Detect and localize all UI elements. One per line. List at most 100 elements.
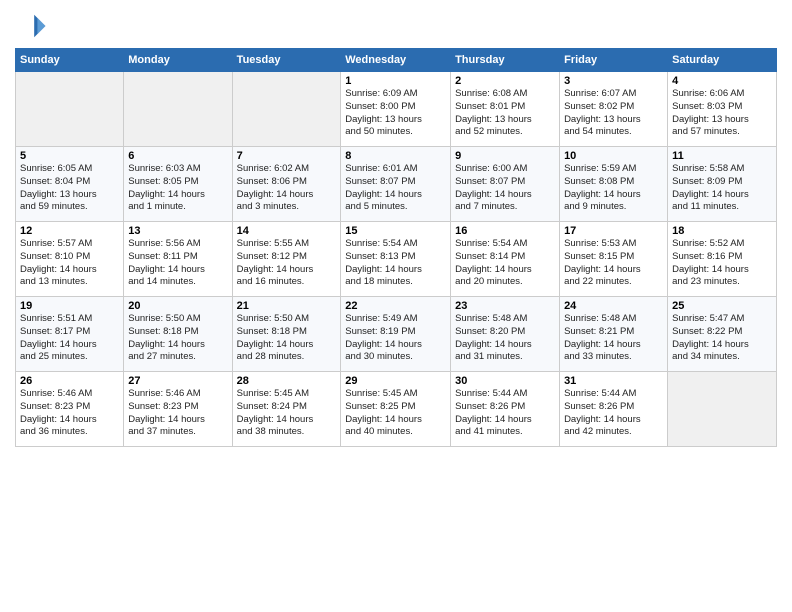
- header-day: Friday: [560, 49, 668, 72]
- day-number: 19: [20, 300, 119, 312]
- day-info: Sunrise: 6:07 AM Sunset: 8:02 PM Dayligh…: [564, 88, 663, 139]
- day-number: 7: [237, 150, 337, 162]
- day-cell: 11Sunrise: 5:58 AM Sunset: 8:09 PM Dayli…: [668, 147, 777, 222]
- day-cell: [232, 72, 341, 147]
- week-row: 5Sunrise: 6:05 AM Sunset: 8:04 PM Daylig…: [16, 147, 777, 222]
- day-cell: 26Sunrise: 5:46 AM Sunset: 8:23 PM Dayli…: [16, 372, 124, 447]
- header-day: Wednesday: [341, 49, 451, 72]
- day-number: 12: [20, 225, 119, 237]
- day-info: Sunrise: 5:57 AM Sunset: 8:10 PM Dayligh…: [20, 238, 119, 289]
- day-cell: 30Sunrise: 5:44 AM Sunset: 8:26 PM Dayli…: [451, 372, 560, 447]
- day-info: Sunrise: 5:56 AM Sunset: 8:11 PM Dayligh…: [128, 238, 227, 289]
- header-day: Saturday: [668, 49, 777, 72]
- day-info: Sunrise: 6:08 AM Sunset: 8:01 PM Dayligh…: [455, 88, 555, 139]
- day-info: Sunrise: 5:46 AM Sunset: 8:23 PM Dayligh…: [128, 388, 227, 439]
- day-number: 28: [237, 375, 337, 387]
- day-cell: 22Sunrise: 5:49 AM Sunset: 8:19 PM Dayli…: [341, 297, 451, 372]
- week-row: 1Sunrise: 6:09 AM Sunset: 8:00 PM Daylig…: [16, 72, 777, 147]
- day-number: 26: [20, 375, 119, 387]
- logo: [15, 10, 49, 42]
- header-row: SundayMondayTuesdayWednesdayThursdayFrid…: [16, 49, 777, 72]
- day-info: Sunrise: 6:05 AM Sunset: 8:04 PM Dayligh…: [20, 163, 119, 214]
- day-number: 22: [345, 300, 446, 312]
- day-info: Sunrise: 5:47 AM Sunset: 8:22 PM Dayligh…: [672, 313, 772, 364]
- day-info: Sunrise: 5:46 AM Sunset: 8:23 PM Dayligh…: [20, 388, 119, 439]
- day-number: 14: [237, 225, 337, 237]
- day-info: Sunrise: 6:02 AM Sunset: 8:06 PM Dayligh…: [237, 163, 337, 214]
- day-number: 25: [672, 300, 772, 312]
- day-info: Sunrise: 5:54 AM Sunset: 8:14 PM Dayligh…: [455, 238, 555, 289]
- day-number: 31: [564, 375, 663, 387]
- day-number: 23: [455, 300, 555, 312]
- day-number: 11: [672, 150, 772, 162]
- day-info: Sunrise: 6:03 AM Sunset: 8:05 PM Dayligh…: [128, 163, 227, 214]
- day-cell: 16Sunrise: 5:54 AM Sunset: 8:14 PM Dayli…: [451, 222, 560, 297]
- day-number: 8: [345, 150, 446, 162]
- day-number: 13: [128, 225, 227, 237]
- day-number: 16: [455, 225, 555, 237]
- day-number: 3: [564, 75, 663, 87]
- header-day: Sunday: [16, 49, 124, 72]
- day-info: Sunrise: 5:52 AM Sunset: 8:16 PM Dayligh…: [672, 238, 772, 289]
- day-cell: 31Sunrise: 5:44 AM Sunset: 8:26 PM Dayli…: [560, 372, 668, 447]
- day-info: Sunrise: 5:59 AM Sunset: 8:08 PM Dayligh…: [564, 163, 663, 214]
- day-cell: 17Sunrise: 5:53 AM Sunset: 8:15 PM Dayli…: [560, 222, 668, 297]
- week-row: 12Sunrise: 5:57 AM Sunset: 8:10 PM Dayli…: [16, 222, 777, 297]
- day-cell: 15Sunrise: 5:54 AM Sunset: 8:13 PM Dayli…: [341, 222, 451, 297]
- day-info: Sunrise: 5:49 AM Sunset: 8:19 PM Dayligh…: [345, 313, 446, 364]
- calendar-table: SundayMondayTuesdayWednesdayThursdayFrid…: [15, 48, 777, 447]
- day-cell: 20Sunrise: 5:50 AM Sunset: 8:18 PM Dayli…: [124, 297, 232, 372]
- day-number: 27: [128, 375, 227, 387]
- header-day: Thursday: [451, 49, 560, 72]
- day-info: Sunrise: 5:58 AM Sunset: 8:09 PM Dayligh…: [672, 163, 772, 214]
- day-number: 15: [345, 225, 446, 237]
- day-info: Sunrise: 5:50 AM Sunset: 8:18 PM Dayligh…: [128, 313, 227, 364]
- page: SundayMondayTuesdayWednesdayThursdayFrid…: [0, 0, 792, 612]
- logo-icon: [15, 10, 47, 42]
- day-cell: 2Sunrise: 6:08 AM Sunset: 8:01 PM Daylig…: [451, 72, 560, 147]
- day-number: 4: [672, 75, 772, 87]
- day-cell: 9Sunrise: 6:00 AM Sunset: 8:07 PM Daylig…: [451, 147, 560, 222]
- day-number: 29: [345, 375, 446, 387]
- day-cell: [16, 72, 124, 147]
- week-row: 26Sunrise: 5:46 AM Sunset: 8:23 PM Dayli…: [16, 372, 777, 447]
- day-number: 17: [564, 225, 663, 237]
- day-info: Sunrise: 5:53 AM Sunset: 8:15 PM Dayligh…: [564, 238, 663, 289]
- day-cell: 4Sunrise: 6:06 AM Sunset: 8:03 PM Daylig…: [668, 72, 777, 147]
- day-info: Sunrise: 5:45 AM Sunset: 8:25 PM Dayligh…: [345, 388, 446, 439]
- day-cell: 1Sunrise: 6:09 AM Sunset: 8:00 PM Daylig…: [341, 72, 451, 147]
- day-info: Sunrise: 5:45 AM Sunset: 8:24 PM Dayligh…: [237, 388, 337, 439]
- day-cell: 24Sunrise: 5:48 AM Sunset: 8:21 PM Dayli…: [560, 297, 668, 372]
- header: [15, 10, 777, 42]
- day-info: Sunrise: 5:54 AM Sunset: 8:13 PM Dayligh…: [345, 238, 446, 289]
- day-number: 9: [455, 150, 555, 162]
- day-cell: 10Sunrise: 5:59 AM Sunset: 8:08 PM Dayli…: [560, 147, 668, 222]
- day-number: 5: [20, 150, 119, 162]
- day-cell: 25Sunrise: 5:47 AM Sunset: 8:22 PM Dayli…: [668, 297, 777, 372]
- day-number: 24: [564, 300, 663, 312]
- day-number: 30: [455, 375, 555, 387]
- day-number: 20: [128, 300, 227, 312]
- day-info: Sunrise: 5:51 AM Sunset: 8:17 PM Dayligh…: [20, 313, 119, 364]
- day-cell: 29Sunrise: 5:45 AM Sunset: 8:25 PM Dayli…: [341, 372, 451, 447]
- day-info: Sunrise: 5:44 AM Sunset: 8:26 PM Dayligh…: [455, 388, 555, 439]
- day-info: Sunrise: 5:48 AM Sunset: 8:20 PM Dayligh…: [455, 313, 555, 364]
- day-info: Sunrise: 6:01 AM Sunset: 8:07 PM Dayligh…: [345, 163, 446, 214]
- day-info: Sunrise: 5:55 AM Sunset: 8:12 PM Dayligh…: [237, 238, 337, 289]
- day-cell: 7Sunrise: 6:02 AM Sunset: 8:06 PM Daylig…: [232, 147, 341, 222]
- day-info: Sunrise: 6:06 AM Sunset: 8:03 PM Dayligh…: [672, 88, 772, 139]
- day-cell: 28Sunrise: 5:45 AM Sunset: 8:24 PM Dayli…: [232, 372, 341, 447]
- day-cell: 14Sunrise: 5:55 AM Sunset: 8:12 PM Dayli…: [232, 222, 341, 297]
- day-cell: 13Sunrise: 5:56 AM Sunset: 8:11 PM Dayli…: [124, 222, 232, 297]
- day-cell: 12Sunrise: 5:57 AM Sunset: 8:10 PM Dayli…: [16, 222, 124, 297]
- day-number: 2: [455, 75, 555, 87]
- day-cell: 6Sunrise: 6:03 AM Sunset: 8:05 PM Daylig…: [124, 147, 232, 222]
- day-cell: 19Sunrise: 5:51 AM Sunset: 8:17 PM Dayli…: [16, 297, 124, 372]
- day-number: 6: [128, 150, 227, 162]
- day-number: 18: [672, 225, 772, 237]
- header-day: Tuesday: [232, 49, 341, 72]
- day-info: Sunrise: 6:00 AM Sunset: 8:07 PM Dayligh…: [455, 163, 555, 214]
- day-cell: 27Sunrise: 5:46 AM Sunset: 8:23 PM Dayli…: [124, 372, 232, 447]
- day-cell: [124, 72, 232, 147]
- day-info: Sunrise: 6:09 AM Sunset: 8:00 PM Dayligh…: [345, 88, 446, 139]
